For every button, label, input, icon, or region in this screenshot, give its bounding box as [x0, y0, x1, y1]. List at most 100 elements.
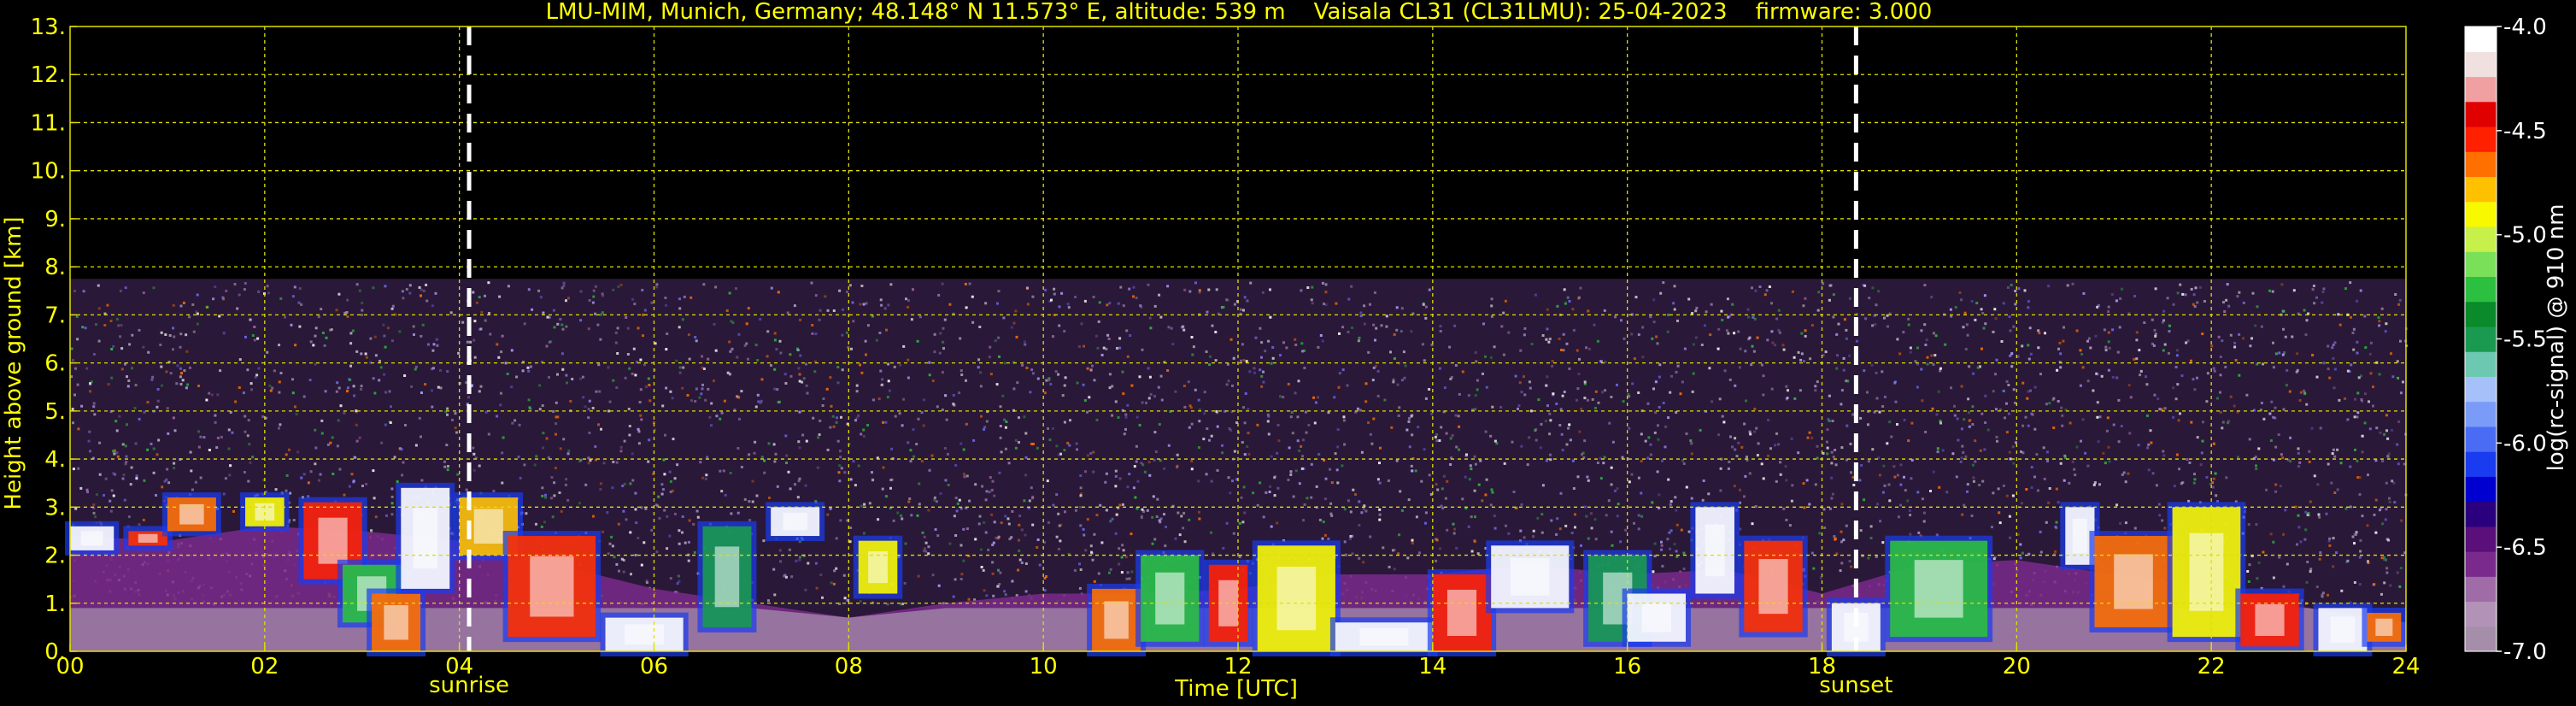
noise-speck — [2146, 446, 2150, 450]
noise-speck — [1177, 511, 1180, 515]
noise-speck — [2373, 513, 2376, 516]
noise-speck — [122, 474, 126, 476]
noise-speck — [2238, 374, 2241, 377]
noise-speck — [1190, 468, 1194, 471]
noise-speck — [1149, 327, 1153, 330]
noise-speck — [537, 289, 541, 292]
noise-speck — [811, 324, 814, 327]
noise-speck — [1903, 418, 1906, 421]
noise-speck — [2168, 324, 2171, 327]
noise-speck — [2229, 333, 2233, 337]
noise-speck — [958, 391, 961, 395]
noise-speck — [1117, 302, 1120, 305]
noise-speck — [1321, 281, 1324, 285]
noise-speck — [2215, 397, 2219, 400]
noise-speck — [2108, 460, 2111, 463]
noise-speck — [2331, 452, 2334, 456]
noise-speck — [1024, 474, 1028, 477]
noise-speck — [384, 391, 387, 394]
noise-speck — [2248, 563, 2251, 567]
noise-speck — [2297, 447, 2300, 450]
colorbar-swatch — [2465, 51, 2497, 78]
noise-speck — [1907, 323, 1910, 327]
noise-speck — [1166, 369, 1170, 372]
noise-speck — [135, 474, 138, 478]
noise-speck — [678, 366, 682, 369]
noise-speck — [1810, 551, 1814, 555]
noise-speck — [2368, 352, 2372, 356]
noise-speck — [1959, 460, 1963, 463]
noise-speck — [1330, 481, 1334, 485]
noise-speck — [2098, 483, 2101, 486]
noise-speck — [2385, 508, 2388, 511]
noise-speck — [1768, 285, 1771, 288]
noise-speck — [608, 542, 612, 545]
noise-speck — [2393, 501, 2397, 504]
noise-speck — [472, 446, 475, 450]
noise-speck — [2282, 408, 2286, 411]
noise-speck — [1067, 306, 1071, 309]
noise-speck — [2139, 369, 2143, 373]
noise-speck — [2238, 332, 2241, 336]
noise-speck — [1089, 544, 1093, 548]
noise-speck — [2356, 476, 2360, 479]
noise-speck — [2007, 384, 2010, 386]
noise-speck — [1692, 343, 1695, 346]
noise-speck — [2358, 493, 2362, 496]
noise-speck — [2193, 478, 2197, 481]
noise-speck — [420, 288, 423, 291]
noise-speck — [1476, 388, 1479, 391]
noise-speck — [2127, 472, 2130, 475]
noise-speck — [2271, 290, 2274, 293]
noise-speck — [1816, 444, 1819, 448]
noise-speck — [1374, 338, 1376, 342]
noise-speck — [1485, 478, 1488, 481]
noise-speck — [2196, 436, 2199, 439]
noise-speck — [2268, 289, 2271, 292]
noise-speck — [779, 560, 783, 563]
noise-speck — [1630, 332, 1634, 336]
noise-speck — [2019, 543, 2022, 546]
noise-speck — [1793, 397, 1797, 400]
noise-speck — [2383, 581, 2386, 585]
noise-speck — [2305, 580, 2309, 584]
noise-speck — [343, 411, 346, 415]
noise-speck — [1923, 323, 1927, 327]
noise-speck — [1675, 523, 1679, 527]
noise-speck — [832, 582, 836, 585]
noise-speck — [1945, 491, 1949, 494]
noise-speck — [1984, 394, 1987, 397]
noise-speck — [1389, 350, 1392, 354]
noise-speck — [2269, 532, 2273, 536]
noise-speck — [1262, 515, 1265, 519]
noise-speck — [1221, 444, 1223, 447]
noise-speck — [706, 456, 709, 459]
noise-speck — [113, 452, 116, 456]
signal-core — [413, 508, 438, 569]
noise-speck — [420, 294, 422, 297]
noise-speck — [877, 397, 881, 401]
noise-speck — [156, 388, 160, 391]
noise-speck — [1877, 290, 1881, 293]
noise-speck — [2002, 484, 2005, 487]
noise-speck — [1385, 325, 1388, 328]
noise-speck — [965, 306, 968, 309]
noise-speck — [1238, 556, 1241, 558]
noise-speck — [2224, 366, 2227, 368]
noise-speck — [1954, 306, 1957, 309]
noise-speck — [1312, 396, 1316, 399]
noise-speck — [1343, 508, 1347, 511]
noise-speck — [901, 424, 904, 427]
noise-speck — [766, 330, 770, 333]
colorbar-swatch — [2465, 376, 2497, 403]
noise-speck — [1899, 483, 1903, 486]
noise-speck — [1304, 410, 1307, 414]
noise-speck — [1267, 432, 1270, 436]
x-tick-label: 08 — [835, 654, 863, 680]
noise-speck — [197, 445, 201, 449]
noise-speck — [500, 350, 503, 354]
noise-speck — [1153, 538, 1157, 541]
y-tick-label: 12. — [31, 62, 66, 88]
noise-speck — [121, 477, 125, 480]
noise-speck — [73, 393, 76, 397]
